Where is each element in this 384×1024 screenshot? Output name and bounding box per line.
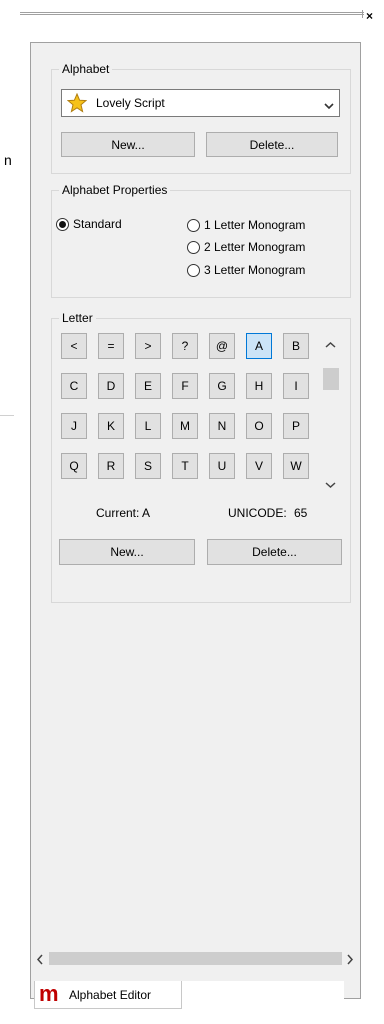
letter-key[interactable]: N <box>209 413 235 439</box>
letter-key[interactable]: = <box>98 333 124 359</box>
letter-key[interactable]: < <box>61 333 87 359</box>
letter-key[interactable]: V <box>246 453 272 479</box>
alphabet-select[interactable]: Lovely Script <box>61 89 340 117</box>
letter-key[interactable]: P <box>283 413 309 439</box>
letter-delete-button[interactable]: Delete... <box>207 539 342 565</box>
letter-key[interactable]: W <box>283 453 309 479</box>
scroll-left-icon[interactable] <box>36 954 44 968</box>
letter-key[interactable]: Q <box>61 453 87 479</box>
tab-alphabet-editor[interactable]: m Alphabet Editor <box>34 981 182 1009</box>
letter-key[interactable]: G <box>209 373 235 399</box>
letter-key[interactable]: C <box>61 373 87 399</box>
letter-key[interactable]: > <box>135 333 161 359</box>
alphabet-group <box>51 69 351 174</box>
letter-key[interactable]: J <box>61 413 87 439</box>
panel-grip[interactable] <box>20 10 364 22</box>
letter-key[interactable]: ? <box>172 333 198 359</box>
letter-key[interactable]: T <box>172 453 198 479</box>
letter-key[interactable]: @ <box>209 333 235 359</box>
letter-key[interactable]: U <box>209 453 235 479</box>
radio-standard[interactable] <box>56 218 69 231</box>
panel-horizontal-scrollbar[interactable] <box>33 950 358 967</box>
radio-3-letter-monogram[interactable] <box>187 264 200 277</box>
alphabet-select-value: Lovely Script <box>96 96 165 110</box>
unicode-value: 65 <box>294 506 308 520</box>
letter-key[interactable]: A <box>246 333 272 359</box>
letter-key[interactable]: B <box>283 333 309 359</box>
radio-1-letter-monogram-label: 1 Letter Monogram <box>204 218 306 232</box>
current-letter-label: Current: A <box>96 506 151 520</box>
alphabet-group-title: Alphabet <box>59 62 113 76</box>
tab-strip-fill <box>182 981 344 1009</box>
letter-key[interactable]: H <box>246 373 272 399</box>
letter-key[interactable]: I <box>283 373 309 399</box>
radio-2-letter-monogram[interactable] <box>187 241 200 254</box>
scroll-up-icon[interactable] <box>325 338 336 352</box>
background-divider <box>0 415 14 416</box>
alphabet-properties-group <box>51 190 351 298</box>
letter-key[interactable]: S <box>135 453 161 479</box>
letter-key[interactable]: L <box>135 413 161 439</box>
close-icon[interactable]: × <box>366 10 373 22</box>
letter-new-button[interactable]: New... <box>59 539 195 565</box>
alphabet-new-button[interactable]: New... <box>61 132 195 157</box>
letter-group-title: Letter <box>59 311 96 325</box>
alphabet-properties-title: Alphabet Properties <box>59 183 171 197</box>
radio-standard-label: Standard <box>73 217 122 231</box>
m-logo-icon: m <box>39 981 59 1006</box>
background-edge-glyph: n <box>4 152 12 168</box>
letter-key[interactable]: O <box>246 413 272 439</box>
star-icon <box>66 92 88 116</box>
letter-key[interactable]: D <box>98 373 124 399</box>
letter-key[interactable]: F <box>172 373 198 399</box>
unicode-label: UNICODE: <box>228 506 287 520</box>
scroll-down-icon[interactable] <box>325 478 336 492</box>
letter-key[interactable]: R <box>98 453 124 479</box>
letter-key[interactable]: E <box>135 373 161 399</box>
panel-scroll-thumb[interactable] <box>49 952 342 965</box>
radio-1-letter-monogram[interactable] <box>187 219 200 232</box>
chevron-down-icon <box>324 99 334 113</box>
letter-key[interactable]: M <box>172 413 198 439</box>
radio-2-letter-monogram-label: 2 Letter Monogram <box>204 240 306 254</box>
letter-key[interactable]: K <box>98 413 124 439</box>
letter-vertical-scrollbar[interactable] <box>322 332 339 492</box>
letter-scroll-thumb[interactable] <box>323 368 339 390</box>
scroll-right-icon[interactable] <box>346 954 354 968</box>
alphabet-delete-button[interactable]: Delete... <box>206 132 338 157</box>
radio-3-letter-monogram-label: 3 Letter Monogram <box>204 263 306 277</box>
tab-label: Alphabet Editor <box>69 988 152 1002</box>
